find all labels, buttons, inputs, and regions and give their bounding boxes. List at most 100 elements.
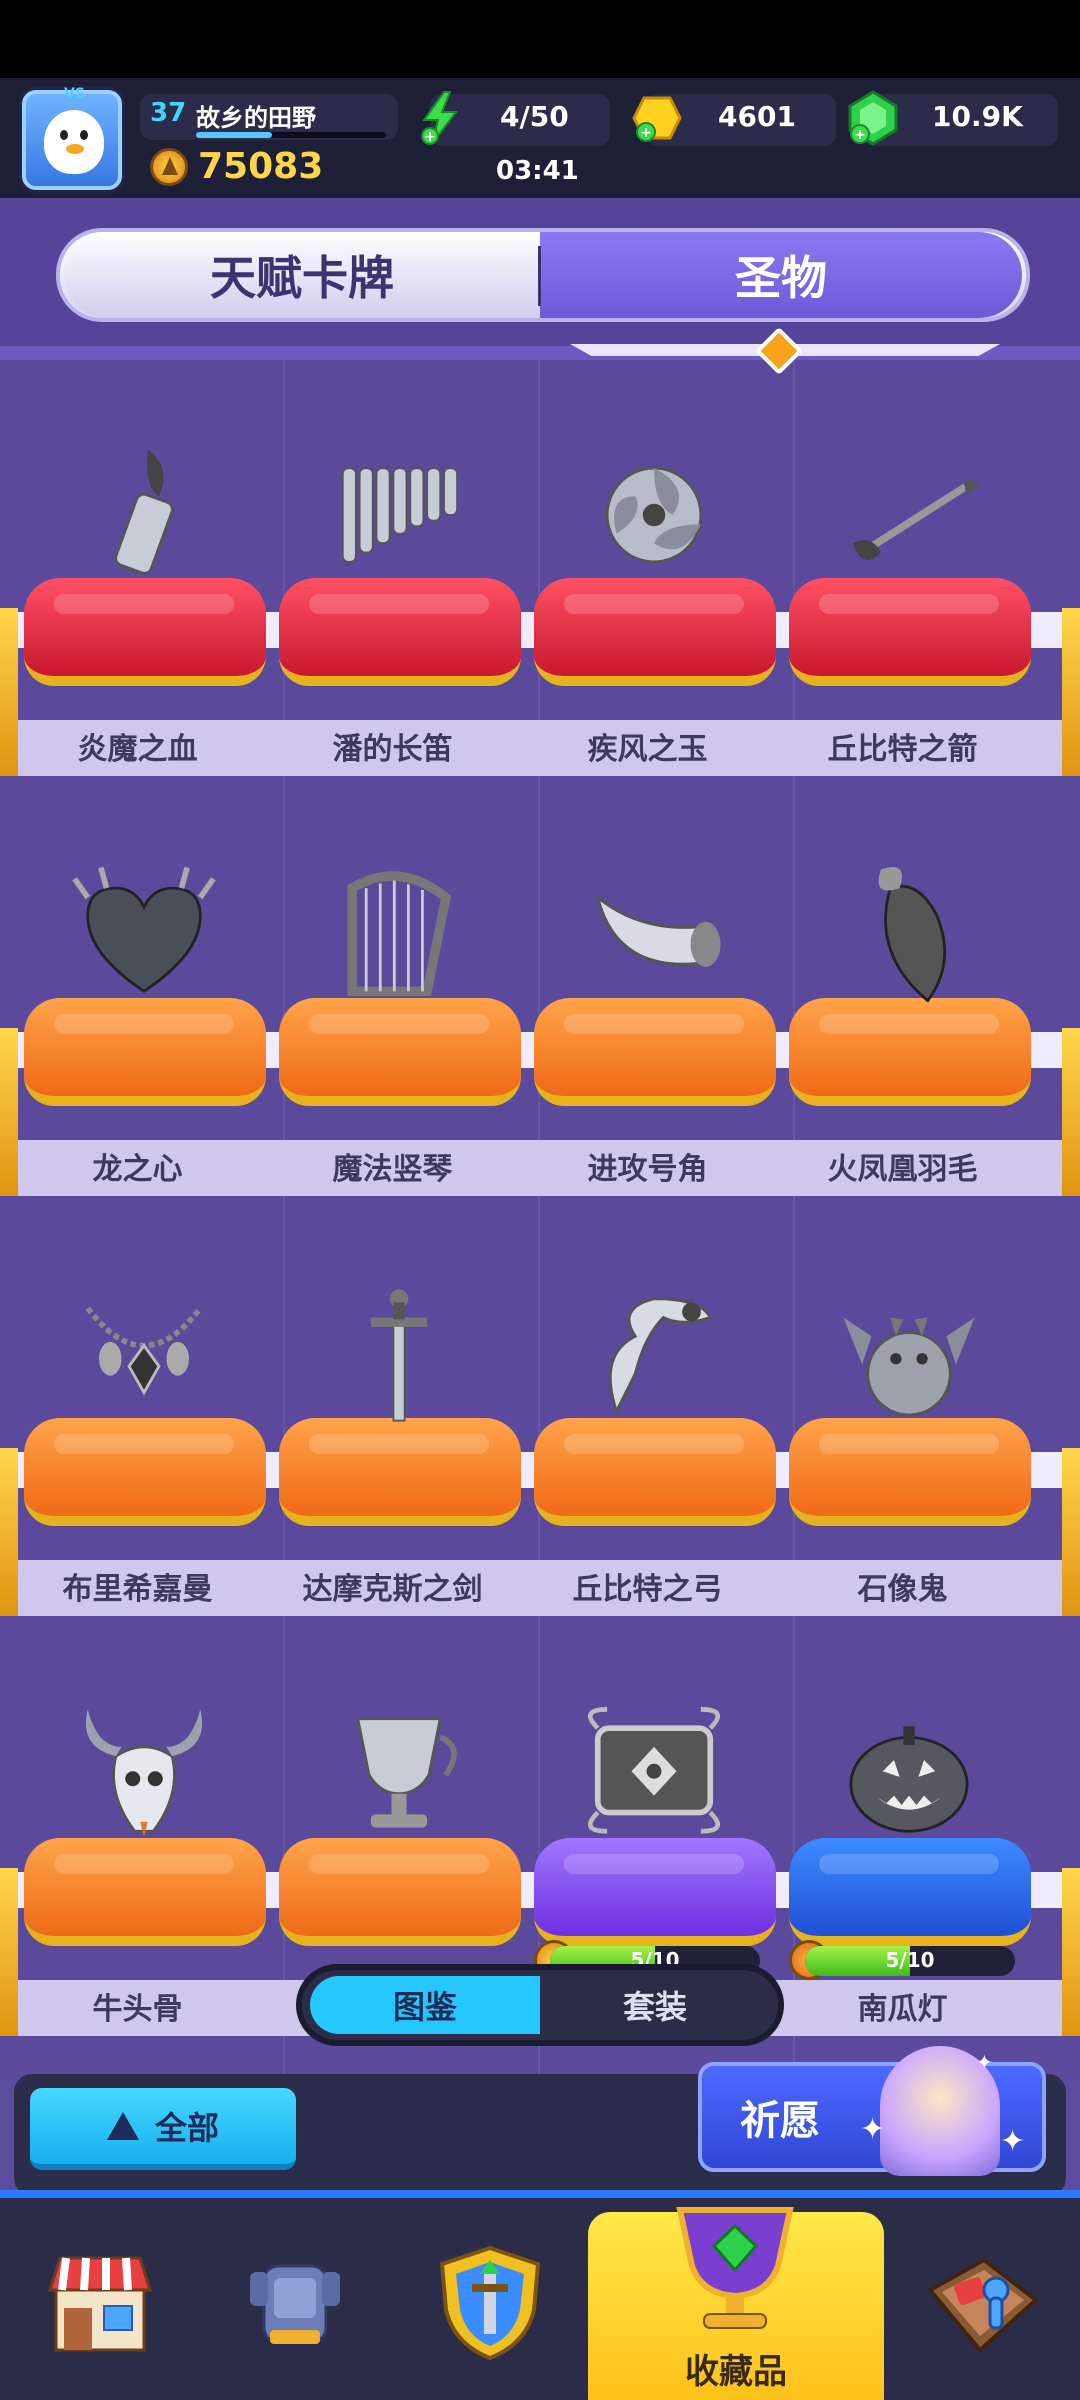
relic-card[interactable]: 牛头骨 — [10, 1620, 266, 2040]
sparkle-icon: ✦ — [976, 2050, 993, 2074]
system-status-bar — [0, 0, 1080, 78]
svg-text:+: + — [640, 125, 652, 141]
gold-value: 4601 — [718, 100, 796, 133]
sword-icon — [370, 1289, 428, 1422]
filter-all-button[interactable]: 全部 — [30, 2088, 296, 2170]
player-name: 故乡的田野 — [196, 104, 316, 132]
relic-progress-bar: 5/10 — [805, 1946, 1015, 1976]
relic-cushion — [534, 998, 776, 1106]
flame-vial-icon — [114, 449, 174, 575]
relic-name: 龙之心 — [92, 1152, 183, 1187]
relic-cushion — [279, 578, 521, 686]
relic-cushion — [789, 1418, 1031, 1526]
pan-flute-icon — [341, 467, 459, 563]
relic-card[interactable]: 5/10 南瓜灯 — [775, 1620, 1031, 2040]
relic-card[interactable]: 丘比特之箭 — [775, 360, 1031, 780]
penguin-avatar-icon — [44, 110, 104, 174]
shelf-gold-edge — [1062, 1448, 1080, 1616]
relic-card[interactable]: 炎魔之血 — [10, 360, 266, 780]
relic-name: 进攻号角 — [587, 1152, 708, 1187]
filter-triangle-icon — [106, 2112, 139, 2140]
toggle-codex[interactable]: 图鉴 — [310, 1976, 540, 2034]
sparkle-icon: ✦ — [1000, 2124, 1026, 2159]
relic-card[interactable]: 潘的长笛 — [265, 360, 521, 780]
relic-name: 丘比特之弓 — [572, 1572, 723, 1607]
relic-name: 达摩克斯之剑 — [302, 1572, 483, 1607]
player-level: 37 — [150, 98, 187, 128]
chalice-trophy-icon[interactable] — [660, 2196, 810, 2336]
filter-all-label: 全部 — [154, 2109, 219, 2147]
relic-name: 魔法竖琴 — [332, 1152, 453, 1187]
chalice-icon — [356, 1717, 457, 1828]
sparkle-icon: ✦ — [860, 2112, 886, 2147]
shelf-gold-edge — [1062, 1028, 1080, 1196]
gargoyle-icon — [843, 1317, 975, 1417]
tab-talent-cards[interactable]: 天赋卡牌 — [64, 232, 540, 318]
relic-cushion — [789, 1838, 1031, 1946]
relic-card[interactable]: 石像鬼 — [775, 1200, 1031, 1620]
relic-name: 南瓜灯 — [857, 1992, 948, 2027]
green-gem-icon[interactable]: + — [846, 90, 900, 146]
relic-name: 丘比特之箭 — [827, 732, 978, 767]
bottom-nav-divider — [0, 2190, 1080, 2198]
toggle-sets[interactable]: 套装 — [540, 1976, 770, 2034]
relic-card[interactable]: 进攻号角 — [520, 780, 776, 1200]
relic-card[interactable]: 布里希嘉曼 — [10, 1200, 266, 1620]
shelf-gold-edge — [1062, 608, 1080, 776]
energy-value: 4/50 — [500, 100, 569, 133]
relic-cushion — [24, 1418, 266, 1526]
necklace-icon — [85, 1306, 203, 1396]
board-game-icon[interactable] — [920, 2250, 1044, 2360]
energy-bolt-icon[interactable]: + — [418, 90, 462, 146]
cupid-arrow-icon — [852, 477, 981, 560]
relic-card[interactable]: 火凤凰羽毛 — [775, 780, 1031, 1200]
wish-label: 祈愿 — [740, 2098, 820, 2144]
relic-name: 布里希嘉曼 — [62, 1572, 213, 1607]
relic-cushion — [534, 1838, 776, 1946]
trophy-count: 75083 — [198, 146, 324, 187]
war-horn-icon — [595, 893, 721, 967]
relic-name: 石像鬼 — [857, 1572, 948, 1607]
relic-name: 炎魔之血 — [77, 732, 198, 767]
gold-coin-icon[interactable]: + — [630, 92, 684, 144]
relic-cushion — [789, 998, 1031, 1106]
phoenix-feather-icon — [878, 867, 947, 1003]
shelf-gold-edge — [1062, 1868, 1080, 2036]
wind-jade-icon — [605, 466, 703, 564]
pumpkin-lantern-icon — [849, 1726, 969, 1833]
relic-cushion — [24, 1838, 266, 1946]
relic-card[interactable]: 丘比特之弓 — [520, 1200, 776, 1620]
vs-badge-icon: VS — [64, 86, 85, 102]
ornate-mirror-icon — [587, 1707, 721, 1834]
relic-name: 火凤凰羽毛 — [827, 1152, 978, 1187]
relic-name: 疾风之玉 — [587, 732, 708, 767]
relic-cushion — [534, 1418, 776, 1526]
energy-timer: 03:41 — [496, 156, 579, 186]
nav-collections-label: 收藏品 — [685, 2352, 787, 2392]
relic-cushion — [24, 998, 266, 1106]
cupid-bow-icon — [608, 1297, 713, 1415]
player-avatar[interactable]: VS — [22, 86, 122, 190]
shield-sword-icon[interactable] — [430, 2240, 550, 2364]
relic-name: 潘的长笛 — [332, 732, 453, 767]
relic-card[interactable]: 龙之心 — [10, 780, 266, 1200]
bull-skull-icon — [85, 1709, 203, 1837]
relic-cushion — [534, 578, 776, 686]
gem-value: 10.9K — [932, 100, 1023, 133]
armor-icon[interactable] — [240, 2248, 350, 2358]
relic-progress-text: 5/10 — [885, 1948, 935, 1972]
relic-cushion — [789, 578, 1031, 686]
relic-cushion — [24, 578, 266, 686]
shop-icon[interactable] — [40, 2246, 160, 2356]
tab-relics[interactable]: 圣物 — [540, 232, 1022, 318]
harp-icon — [347, 871, 452, 996]
relic-card[interactable]: 魔法竖琴 — [265, 780, 521, 1200]
relic-cushion — [279, 1838, 521, 1946]
svg-text:+: + — [854, 127, 866, 143]
tab-divider — [538, 246, 541, 306]
xp-progress-bar — [196, 132, 386, 138]
trophy-icon — [150, 148, 188, 186]
relic-card[interactable]: 达摩克斯之剑 — [265, 1200, 521, 1620]
svg-text:+: + — [424, 129, 436, 145]
relic-card[interactable]: 疾风之玉 — [520, 360, 776, 780]
